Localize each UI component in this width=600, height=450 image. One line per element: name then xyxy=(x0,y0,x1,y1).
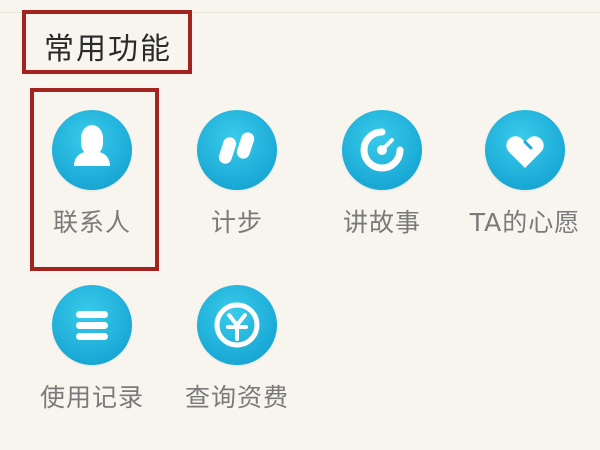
feature-label: TA的心愿 xyxy=(469,208,581,237)
feature-step-counter[interactable]: 计步 xyxy=(162,110,312,250)
list-icon xyxy=(52,285,132,365)
feature-label: 联系人 xyxy=(52,208,131,237)
feature-usage-history[interactable]: 使用记录 xyxy=(17,285,167,425)
feature-contacts[interactable]: 联系人 xyxy=(17,110,167,250)
feature-label: 查询资费 xyxy=(184,383,289,412)
coin-icon xyxy=(197,285,277,365)
feature-grid: 联系人 计步 讲故事 TA的心愿 使用记录 查询资费 xyxy=(0,0,600,450)
feature-label: 讲故事 xyxy=(342,208,421,237)
heart-icon xyxy=(485,110,565,190)
feature-storytelling[interactable]: 讲故事 xyxy=(307,110,457,250)
feature-check-fees[interactable]: 查询资费 xyxy=(162,285,312,425)
feature-label: 使用记录 xyxy=(39,383,144,412)
feature-wishes[interactable]: TA的心愿 xyxy=(450,110,600,250)
feature-label: 计步 xyxy=(210,208,263,237)
person-icon xyxy=(52,110,132,190)
dial-icon xyxy=(342,110,422,190)
footsteps-icon xyxy=(197,110,277,190)
